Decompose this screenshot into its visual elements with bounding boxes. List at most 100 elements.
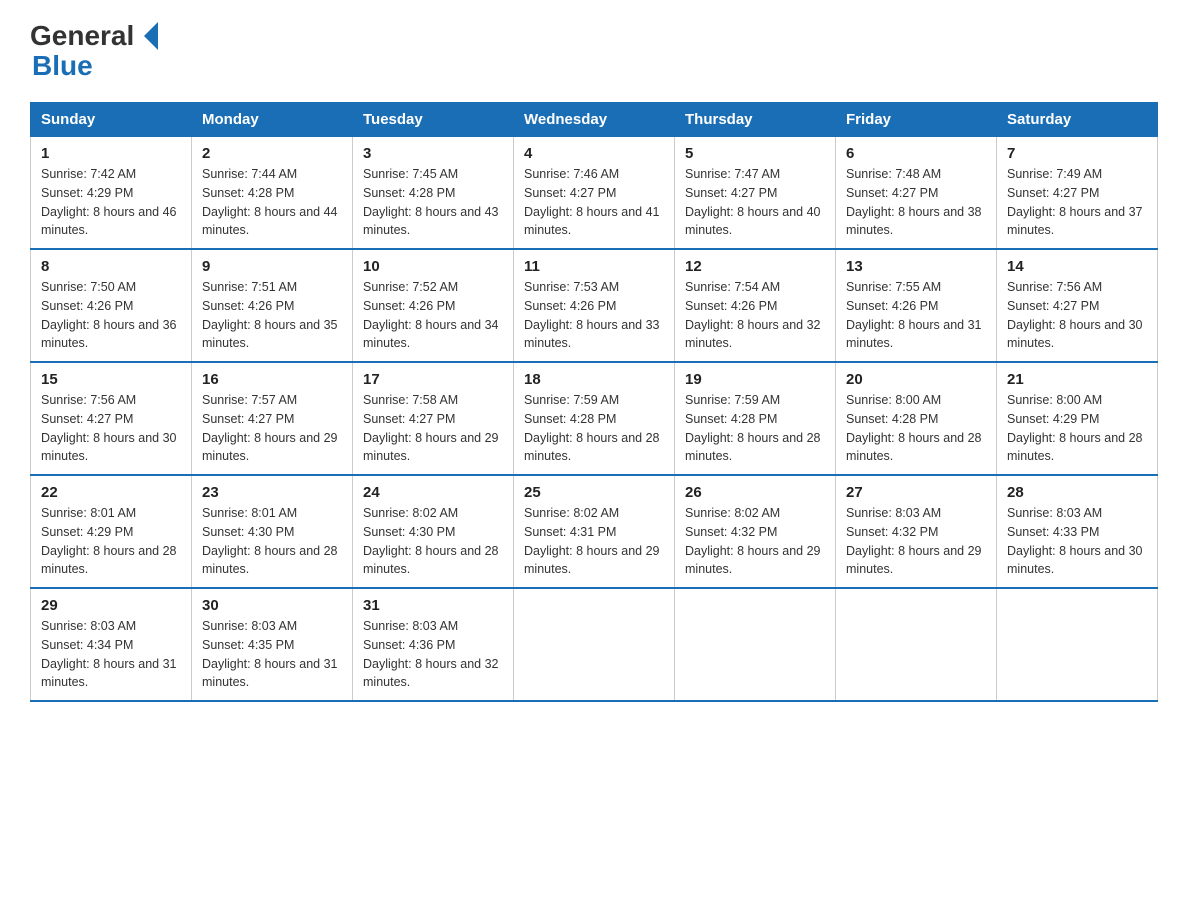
calendar-cell: 21 Sunrise: 8:00 AM Sunset: 4:29 PM Dayl…: [997, 362, 1158, 475]
day-info: Sunrise: 7:46 AM Sunset: 4:27 PM Dayligh…: [524, 165, 664, 240]
calendar-week-row: 8 Sunrise: 7:50 AM Sunset: 4:26 PM Dayli…: [31, 249, 1158, 362]
day-number: 19: [685, 371, 825, 388]
day-info: Sunrise: 8:03 AM Sunset: 4:32 PM Dayligh…: [846, 504, 986, 579]
day-number: 26: [685, 484, 825, 501]
day-number: 6: [846, 145, 986, 162]
calendar-cell: 19 Sunrise: 7:59 AM Sunset: 4:28 PM Dayl…: [675, 362, 836, 475]
calendar-cell: [997, 588, 1158, 701]
calendar-cell: 26 Sunrise: 8:02 AM Sunset: 4:32 PM Dayl…: [675, 475, 836, 588]
calendar-cell: 20 Sunrise: 8:00 AM Sunset: 4:28 PM Dayl…: [836, 362, 997, 475]
calendar-day-header: Friday: [836, 103, 997, 137]
calendar-cell: [514, 588, 675, 701]
day-number: 17: [363, 371, 503, 388]
day-info: Sunrise: 8:00 AM Sunset: 4:28 PM Dayligh…: [846, 391, 986, 466]
day-number: 2: [202, 145, 342, 162]
day-info: Sunrise: 7:59 AM Sunset: 4:28 PM Dayligh…: [685, 391, 825, 466]
day-number: 23: [202, 484, 342, 501]
calendar-day-header: Monday: [192, 103, 353, 137]
day-info: Sunrise: 7:54 AM Sunset: 4:26 PM Dayligh…: [685, 278, 825, 353]
day-number: 7: [1007, 145, 1147, 162]
calendar-week-row: 22 Sunrise: 8:01 AM Sunset: 4:29 PM Dayl…: [31, 475, 1158, 588]
calendar-cell: 7 Sunrise: 7:49 AM Sunset: 4:27 PM Dayli…: [997, 137, 1158, 250]
day-number: 29: [41, 597, 181, 614]
day-info: Sunrise: 7:55 AM Sunset: 4:26 PM Dayligh…: [846, 278, 986, 353]
day-number: 15: [41, 371, 181, 388]
day-info: Sunrise: 7:56 AM Sunset: 4:27 PM Dayligh…: [1007, 278, 1147, 353]
calendar-day-header: Saturday: [997, 103, 1158, 137]
day-number: 20: [846, 371, 986, 388]
day-info: Sunrise: 8:02 AM Sunset: 4:30 PM Dayligh…: [363, 504, 503, 579]
calendar-cell: 11 Sunrise: 7:53 AM Sunset: 4:26 PM Dayl…: [514, 249, 675, 362]
calendar-cell: 28 Sunrise: 8:03 AM Sunset: 4:33 PM Dayl…: [997, 475, 1158, 588]
calendar-table: SundayMondayTuesdayWednesdayThursdayFrid…: [30, 102, 1158, 702]
calendar-cell: 18 Sunrise: 7:59 AM Sunset: 4:28 PM Dayl…: [514, 362, 675, 475]
day-info: Sunrise: 8:00 AM Sunset: 4:29 PM Dayligh…: [1007, 391, 1147, 466]
day-number: 22: [41, 484, 181, 501]
day-number: 25: [524, 484, 664, 501]
calendar-cell: 9 Sunrise: 7:51 AM Sunset: 4:26 PM Dayli…: [192, 249, 353, 362]
day-info: Sunrise: 7:57 AM Sunset: 4:27 PM Dayligh…: [202, 391, 342, 466]
day-info: Sunrise: 7:44 AM Sunset: 4:28 PM Dayligh…: [202, 165, 342, 240]
day-info: Sunrise: 7:47 AM Sunset: 4:27 PM Dayligh…: [685, 165, 825, 240]
day-info: Sunrise: 8:02 AM Sunset: 4:31 PM Dayligh…: [524, 504, 664, 579]
page-header: General Blue: [30, 20, 1158, 82]
day-number: 14: [1007, 258, 1147, 275]
day-number: 21: [1007, 371, 1147, 388]
calendar-cell: 5 Sunrise: 7:47 AM Sunset: 4:27 PM Dayli…: [675, 137, 836, 250]
logo-triangle-icon: [144, 22, 158, 50]
day-number: 10: [363, 258, 503, 275]
day-info: Sunrise: 7:45 AM Sunset: 4:28 PM Dayligh…: [363, 165, 503, 240]
day-info: Sunrise: 8:03 AM Sunset: 4:35 PM Dayligh…: [202, 617, 342, 692]
day-info: Sunrise: 8:03 AM Sunset: 4:36 PM Dayligh…: [363, 617, 503, 692]
calendar-cell: 22 Sunrise: 8:01 AM Sunset: 4:29 PM Dayl…: [31, 475, 192, 588]
calendar-cell: 31 Sunrise: 8:03 AM Sunset: 4:36 PM Dayl…: [353, 588, 514, 701]
calendar-cell: [675, 588, 836, 701]
calendar-cell: 14 Sunrise: 7:56 AM Sunset: 4:27 PM Dayl…: [997, 249, 1158, 362]
day-number: 31: [363, 597, 503, 614]
day-info: Sunrise: 7:42 AM Sunset: 4:29 PM Dayligh…: [41, 165, 181, 240]
calendar-cell: 23 Sunrise: 8:01 AM Sunset: 4:30 PM Dayl…: [192, 475, 353, 588]
day-number: 28: [1007, 484, 1147, 501]
calendar-cell: 10 Sunrise: 7:52 AM Sunset: 4:26 PM Dayl…: [353, 249, 514, 362]
calendar-week-row: 29 Sunrise: 8:03 AM Sunset: 4:34 PM Dayl…: [31, 588, 1158, 701]
calendar-cell: 25 Sunrise: 8:02 AM Sunset: 4:31 PM Dayl…: [514, 475, 675, 588]
day-number: 4: [524, 145, 664, 162]
calendar-week-row: 15 Sunrise: 7:56 AM Sunset: 4:27 PM Dayl…: [31, 362, 1158, 475]
day-number: 16: [202, 371, 342, 388]
calendar-cell: 12 Sunrise: 7:54 AM Sunset: 4:26 PM Dayl…: [675, 249, 836, 362]
day-number: 24: [363, 484, 503, 501]
day-number: 1: [41, 145, 181, 162]
day-number: 9: [202, 258, 342, 275]
calendar-cell: 6 Sunrise: 7:48 AM Sunset: 4:27 PM Dayli…: [836, 137, 997, 250]
calendar-cell: [836, 588, 997, 701]
logo-blue-text: Blue: [32, 50, 93, 82]
calendar-header-row: SundayMondayTuesdayWednesdayThursdayFrid…: [31, 103, 1158, 137]
day-info: Sunrise: 7:48 AM Sunset: 4:27 PM Dayligh…: [846, 165, 986, 240]
day-info: Sunrise: 8:01 AM Sunset: 4:30 PM Dayligh…: [202, 504, 342, 579]
day-info: Sunrise: 7:59 AM Sunset: 4:28 PM Dayligh…: [524, 391, 664, 466]
day-info: Sunrise: 7:56 AM Sunset: 4:27 PM Dayligh…: [41, 391, 181, 466]
calendar-cell: 17 Sunrise: 7:58 AM Sunset: 4:27 PM Dayl…: [353, 362, 514, 475]
calendar-cell: 24 Sunrise: 8:02 AM Sunset: 4:30 PM Dayl…: [353, 475, 514, 588]
day-info: Sunrise: 7:50 AM Sunset: 4:26 PM Dayligh…: [41, 278, 181, 353]
day-info: Sunrise: 7:51 AM Sunset: 4:26 PM Dayligh…: [202, 278, 342, 353]
day-info: Sunrise: 8:03 AM Sunset: 4:34 PM Dayligh…: [41, 617, 181, 692]
day-number: 3: [363, 145, 503, 162]
calendar-cell: 16 Sunrise: 7:57 AM Sunset: 4:27 PM Dayl…: [192, 362, 353, 475]
calendar-week-row: 1 Sunrise: 7:42 AM Sunset: 4:29 PM Dayli…: [31, 137, 1158, 250]
calendar-cell: 1 Sunrise: 7:42 AM Sunset: 4:29 PM Dayli…: [31, 137, 192, 250]
calendar-day-header: Tuesday: [353, 103, 514, 137]
day-info: Sunrise: 7:53 AM Sunset: 4:26 PM Dayligh…: [524, 278, 664, 353]
calendar-day-header: Thursday: [675, 103, 836, 137]
calendar-cell: 3 Sunrise: 7:45 AM Sunset: 4:28 PM Dayli…: [353, 137, 514, 250]
day-number: 8: [41, 258, 181, 275]
day-number: 12: [685, 258, 825, 275]
day-number: 11: [524, 258, 664, 275]
calendar-cell: 29 Sunrise: 8:03 AM Sunset: 4:34 PM Dayl…: [31, 588, 192, 701]
logo-general-text: General: [30, 20, 134, 52]
calendar-cell: 4 Sunrise: 7:46 AM Sunset: 4:27 PM Dayli…: [514, 137, 675, 250]
calendar-cell: 27 Sunrise: 8:03 AM Sunset: 4:32 PM Dayl…: [836, 475, 997, 588]
day-info: Sunrise: 7:58 AM Sunset: 4:27 PM Dayligh…: [363, 391, 503, 466]
calendar-cell: 2 Sunrise: 7:44 AM Sunset: 4:28 PM Dayli…: [192, 137, 353, 250]
logo: General Blue: [30, 20, 165, 82]
